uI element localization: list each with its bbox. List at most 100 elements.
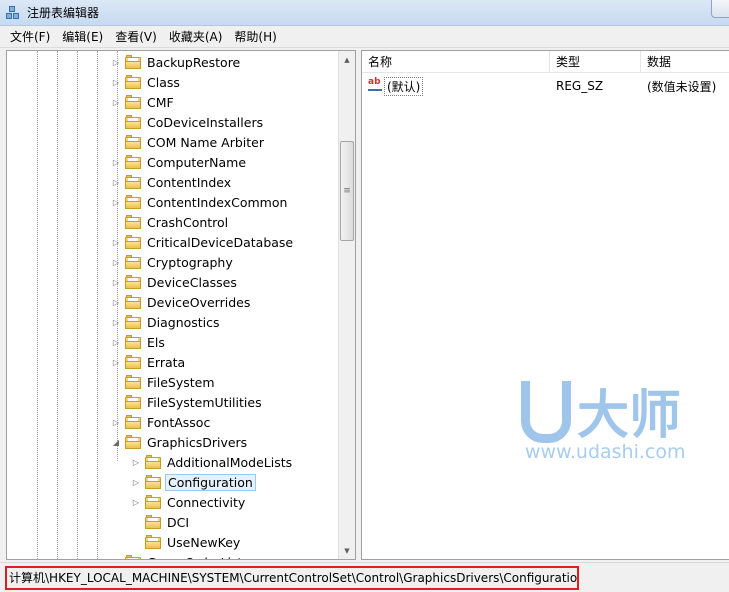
watermark-logo-icon bbox=[521, 381, 571, 443]
expand-arrow-icon[interactable]: ▷ bbox=[111, 257, 121, 267]
tree-item[interactable]: ▷ Connectivity bbox=[131, 492, 247, 512]
tree-item[interactable]: ▷UseNewKey bbox=[131, 532, 242, 552]
expand-arrow-icon[interactable]: ▷ bbox=[111, 57, 121, 67]
expand-arrow-icon[interactable]: ▷ bbox=[111, 417, 121, 427]
tree-item[interactable]: ▷GroupOrderList bbox=[111, 552, 244, 560]
expand-arrow-icon[interactable]: ▷ bbox=[111, 357, 121, 367]
expand-arrow-icon[interactable]: ▷ bbox=[111, 237, 121, 247]
title-bar: 注册表编辑器 bbox=[0, 0, 729, 26]
menu-bar: 文件(F) 编辑(E) 查看(V) 收藏夹(A) 帮助(H) bbox=[0, 26, 729, 48]
expand-arrow-icon[interactable]: ▷ bbox=[111, 317, 121, 327]
tree-item[interactable]: ▷ Class bbox=[111, 72, 182, 92]
tree-item[interactable]: ▷ Els bbox=[111, 332, 167, 352]
expand-arrow-icon[interactable]: ▷ bbox=[111, 157, 121, 167]
folder-icon bbox=[125, 75, 141, 89]
scroll-thumb[interactable]: ≡ bbox=[340, 141, 354, 241]
value-data: (数值未设置) bbox=[647, 79, 717, 94]
folder-icon bbox=[125, 315, 141, 329]
tree-item-label: FileSystem bbox=[147, 374, 215, 390]
expand-arrow-icon[interactable]: ▷ bbox=[131, 497, 141, 507]
expand-arrow-icon[interactable]: ▷ bbox=[111, 77, 121, 87]
menu-edit[interactable]: 编辑(E) bbox=[56, 26, 109, 48]
tree-item[interactable]: ▷ Diagnostics bbox=[111, 312, 222, 332]
tree-item[interactable]: ▷COM Name Arbiter bbox=[111, 132, 266, 152]
expand-arrow-icon[interactable]: ▷ bbox=[131, 477, 141, 487]
tree-item[interactable]: ▷ Errata bbox=[111, 352, 187, 372]
scroll-up-icon[interactable]: ▲ bbox=[339, 51, 355, 68]
tree-item-label: FontAssoc bbox=[147, 414, 211, 430]
expand-arrow-icon[interactable]: ▷ bbox=[111, 197, 121, 207]
menu-view[interactable]: 查看(V) bbox=[109, 26, 163, 48]
scroll-down-icon[interactable]: ▼ bbox=[339, 542, 355, 559]
registry-path: 计算机\HKEY_LOCAL_MACHINE\SYSTEM\CurrentCon… bbox=[5, 566, 579, 590]
tree-scrollbar[interactable]: ▲ ≡ ▼ bbox=[338, 51, 355, 559]
expand-arrow-icon[interactable]: ▷ bbox=[111, 277, 121, 287]
folder-icon bbox=[125, 155, 141, 169]
value-type: REG_SZ bbox=[556, 79, 604, 93]
folder-icon bbox=[125, 255, 141, 269]
folder-icon bbox=[125, 195, 141, 209]
client-area: ▷ BackupRestore ▷ Class ▷ CMF ▷CoDeviceInstall… bbox=[0, 48, 729, 562]
expand-arrow-icon[interactable]: ▷ bbox=[111, 177, 121, 187]
tree-item-label: Els bbox=[147, 334, 165, 350]
tree-item[interactable]: ▷CoDeviceInstallers bbox=[111, 112, 265, 132]
tree-item[interactable]: ▷ DeviceClasses bbox=[111, 272, 239, 292]
tree-item-label: CriticalDeviceDatabase bbox=[147, 234, 294, 250]
tree-item[interactable]: ▷CrashControl bbox=[111, 212, 230, 232]
tree-item-label: Cryptography bbox=[147, 254, 233, 270]
tree-item-label: CMF bbox=[147, 94, 174, 110]
tree-item[interactable]: ▷ Configuration bbox=[131, 472, 256, 492]
window-title: 注册表编辑器 bbox=[27, 6, 100, 20]
folder-icon bbox=[125, 215, 141, 229]
folder-icon bbox=[125, 555, 141, 559]
tree-item[interactable]: ▷FileSystem bbox=[111, 372, 217, 392]
column-name[interactable]: 名称 bbox=[362, 51, 550, 73]
folder-icon bbox=[125, 355, 141, 369]
folder-icon bbox=[125, 175, 141, 189]
folder-icon bbox=[145, 455, 161, 469]
list-header: 名称 类型 数据 bbox=[362, 51, 729, 73]
column-type[interactable]: 类型 bbox=[550, 51, 641, 73]
tree-item-label: COM Name Arbiter bbox=[147, 134, 265, 150]
tree-item-label: DeviceOverrides bbox=[147, 294, 251, 310]
tree-item[interactable]: ◢ GraphicsDrivers bbox=[111, 432, 249, 452]
tree-item[interactable]: ▷FileSystemUtilities bbox=[111, 392, 264, 412]
tree-item-label: Errata bbox=[147, 354, 186, 370]
expand-arrow-icon[interactable]: ▷ bbox=[111, 297, 121, 307]
watermark: 大师 www.udashi.com bbox=[521, 371, 729, 471]
expand-arrow-icon[interactable]: ▷ bbox=[111, 337, 121, 347]
watermark-brand: 大师 bbox=[577, 386, 682, 446]
tree-item-label: DeviceClasses bbox=[147, 274, 237, 290]
menu-help[interactable]: 帮助(H) bbox=[228, 26, 282, 48]
expand-arrow-icon[interactable]: ▷ bbox=[131, 457, 141, 467]
tree-item[interactable]: ▷DCI bbox=[131, 512, 191, 532]
tree-item[interactable]: ▷ FontAssoc bbox=[111, 412, 212, 432]
tree-item[interactable]: ▷ ContentIndexCommon bbox=[111, 192, 289, 212]
tree-item-label: BackupRestore bbox=[147, 54, 241, 70]
tree-item[interactable]: ▷ CriticalDeviceDatabase bbox=[111, 232, 295, 252]
tree-item-label: UseNewKey bbox=[167, 534, 241, 550]
tree-item[interactable]: ▷ CMF bbox=[111, 92, 176, 112]
tree-item[interactable]: ▷ AdditionalModeLists bbox=[131, 452, 294, 472]
column-data[interactable]: 数据 bbox=[641, 51, 729, 73]
tree-item-label: GroupOrderList bbox=[145, 554, 244, 560]
folder-icon bbox=[145, 515, 161, 529]
expand-arrow-icon[interactable]: ▷ bbox=[111, 97, 121, 107]
folder-icon bbox=[125, 115, 141, 129]
tree-item[interactable]: ▷ ComputerName bbox=[111, 152, 248, 172]
expanded-arrow-icon[interactable]: ◢ bbox=[111, 437, 121, 447]
tree-item[interactable]: ▷ BackupRestore bbox=[111, 52, 242, 72]
tree-item-label: CrashControl bbox=[147, 214, 229, 230]
tree-item-label: Class bbox=[147, 74, 180, 90]
window-control-button[interactable] bbox=[711, 0, 729, 18]
tree-item[interactable]: ▷ Cryptography bbox=[111, 252, 235, 272]
menu-favorites[interactable]: 收藏夹(A) bbox=[163, 26, 229, 48]
status-bar: 计算机\HKEY_LOCAL_MACHINE\SYSTEM\CurrentCon… bbox=[0, 562, 729, 592]
folder-icon bbox=[125, 295, 141, 309]
folder-icon bbox=[125, 55, 141, 69]
tree-item-label: DCI bbox=[167, 514, 190, 530]
tree-item[interactable]: ▷ ContentIndex bbox=[111, 172, 233, 192]
menu-file[interactable]: 文件(F) bbox=[0, 26, 56, 48]
tree-item[interactable]: ▷ DeviceOverrides bbox=[111, 292, 252, 312]
list-item[interactable]: ab (默认) REG_SZ (数值未设置) bbox=[362, 75, 729, 97]
